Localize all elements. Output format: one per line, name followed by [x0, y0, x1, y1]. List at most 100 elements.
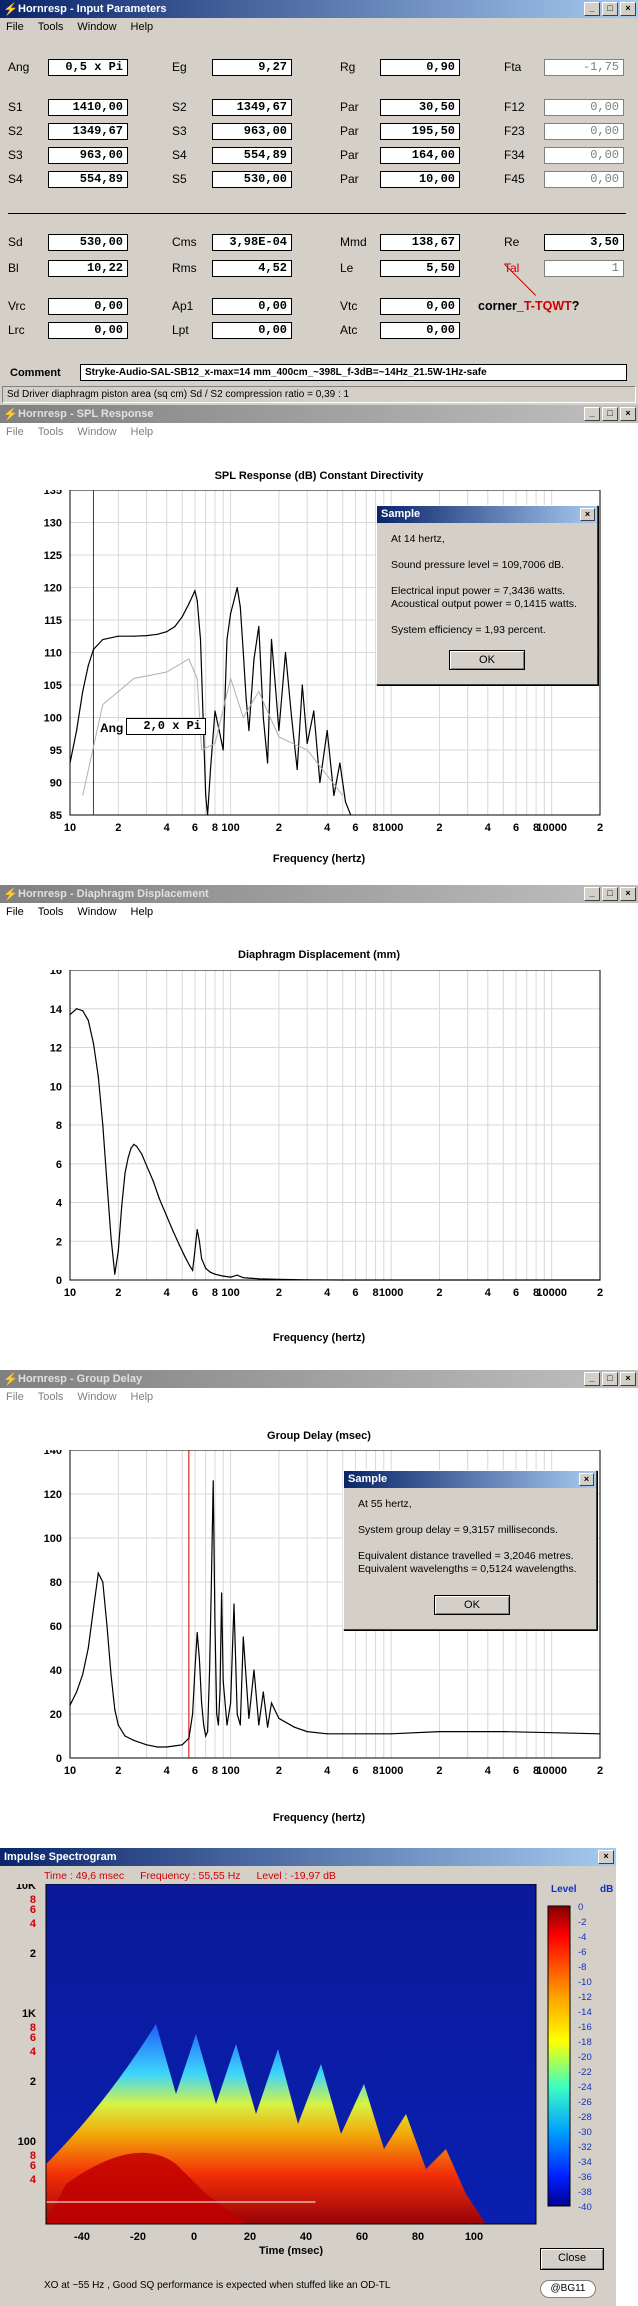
- param-field-f23[interactable]: 0,00: [544, 123, 624, 140]
- dialog-close-button[interactable]: ×: [580, 508, 595, 521]
- menu-file[interactable]: File: [6, 18, 24, 36]
- displacement-chart[interactable]: 024681012141610 2 4 6 8 100 2 4 6 8 1000 2 4 6 810000 2: [0, 970, 638, 1330]
- legend-tick: -10: [578, 1977, 592, 1988]
- param-field-sd[interactable]: 530,00: [48, 234, 128, 251]
- close-button[interactable]: ×: [620, 1372, 636, 1386]
- minimize-button[interactable]: _: [584, 1372, 600, 1386]
- legend-tick: -30: [578, 2127, 592, 2138]
- param-field-s3[interactable]: 963,00: [48, 147, 128, 164]
- param-field-par[interactable]: 164,00: [380, 147, 460, 164]
- data-point: [121, 1205, 123, 1207]
- input-window-titlebar[interactable]: ⚡ Hornresp - Input Parameters _ □ ×: [0, 0, 638, 18]
- minimize-button[interactable]: _: [584, 407, 600, 421]
- ang-field[interactable]: 2,0 x Pi: [126, 718, 206, 735]
- dialog-close-button[interactable]: ×: [579, 1473, 594, 1486]
- close-button[interactable]: ×: [620, 887, 636, 901]
- param-field-s2[interactable]: 1349,67: [212, 99, 292, 116]
- menu-window[interactable]: Window: [77, 18, 116, 36]
- param-field-rms[interactable]: 4,52: [212, 260, 292, 277]
- data-point: [106, 1625, 108, 1627]
- maximize-button[interactable]: □: [602, 1372, 618, 1386]
- close-button[interactable]: ×: [620, 2, 636, 16]
- param-field-s1[interactable]: 1410,00: [48, 99, 128, 116]
- legend-tick: 0: [578, 1902, 583, 1913]
- minimize-button[interactable]: _: [584, 887, 600, 901]
- data-point: [326, 1733, 328, 1735]
- data-point: [229, 612, 232, 615]
- data-point: [87, 1019, 89, 1021]
- spectrogram-plot[interactable]: 10K86421K8642100864-40 -20 0 20 40 60 80 100Tim…: [0, 1884, 616, 2256]
- param-field-vrc[interactable]: 0,00: [48, 298, 128, 315]
- param-field-s4[interactable]: 554,89: [212, 147, 292, 164]
- param-field-fta[interactable]: -1,75: [544, 59, 624, 76]
- color-scale-bar: [547, 1905, 571, 2207]
- param-field-lpt[interactable]: 0,00: [212, 322, 292, 339]
- dialog-titlebar[interactable]: Sample ×: [344, 1471, 596, 1488]
- gd-sample-dialog: Sample × At 55 hertz, System group delay …: [343, 1470, 597, 1630]
- param-field-cms[interactable]: 3,98E-04: [212, 234, 292, 251]
- param-field-tal[interactable]: 1: [544, 260, 624, 277]
- comment-field[interactable]: Stryke-Audio-SAL-SB12_x-max=14 mm_400cm_…: [80, 364, 627, 381]
- param-field-mmd[interactable]: 138,67: [380, 234, 460, 251]
- close-button[interactable]: ×: [620, 407, 636, 421]
- param-field-vtc[interactable]: 0,00: [380, 298, 460, 315]
- data-point: [166, 1746, 168, 1748]
- menu-window[interactable]: Window: [77, 1388, 116, 1406]
- menu-file[interactable]: File: [6, 903, 24, 921]
- param-field-re[interactable]: 3,50: [544, 234, 624, 251]
- menu-tools[interactable]: Tools: [38, 18, 64, 36]
- param-field-s4[interactable]: 554,89: [48, 171, 128, 188]
- menu-help[interactable]: Help: [131, 423, 154, 441]
- menu-file[interactable]: File: [6, 1388, 24, 1406]
- param-field-ang[interactable]: 0,5 x Pi: [48, 59, 128, 76]
- data-point: [339, 762, 341, 764]
- spl-x-axis-label: Frequency (hertz): [272, 853, 366, 865]
- param-field-ap1[interactable]: 0,00: [212, 298, 292, 315]
- param-field-par[interactable]: 30,50: [380, 99, 460, 116]
- param-field-f12[interactable]: 0,00: [544, 99, 624, 116]
- spectro-window-titlebar[interactable]: Impulse Spectrogram ×: [0, 1848, 616, 1866]
- data-point: [218, 729, 220, 732]
- x-tick-label: 8: [372, 1287, 378, 1299]
- gd-window-titlebar[interactable]: ⚡ Hornresp - Group Delay _ □ ×: [0, 1370, 638, 1388]
- menu-help[interactable]: Help: [131, 18, 154, 36]
- param-field-bl[interactable]: 10,22: [48, 260, 128, 277]
- maximize-button[interactable]: □: [602, 2, 618, 16]
- data-point: [133, 635, 135, 637]
- menu-help[interactable]: Help: [131, 903, 154, 921]
- param-field-f34[interactable]: 0,00: [544, 147, 624, 164]
- menu-tools[interactable]: Tools: [38, 423, 64, 441]
- param-field-s5[interactable]: 530,00: [212, 171, 292, 188]
- maximize-button[interactable]: □: [602, 407, 618, 421]
- data-point: [82, 1010, 84, 1012]
- close-spectrogram-button[interactable]: Close: [540, 2248, 604, 2270]
- param-field-par[interactable]: 195,50: [380, 123, 460, 140]
- dialog-ok-button[interactable]: OK: [434, 1595, 510, 1615]
- data-point: [344, 801, 347, 803]
- data-point: [114, 1273, 116, 1275]
- param-field-f45[interactable]: 0,00: [544, 171, 624, 188]
- menu-file[interactable]: File: [6, 423, 24, 441]
- param-field-eg[interactable]: 9,27: [212, 59, 292, 76]
- minimize-button[interactable]: _: [584, 2, 600, 16]
- spl-window-titlebar[interactable]: ⚡ Hornresp - SPL Response _ □ ×: [0, 405, 638, 423]
- param-field-rg[interactable]: 0,90: [380, 59, 460, 76]
- y-tick-label: 16: [50, 970, 62, 977]
- menu-tools[interactable]: Tools: [38, 903, 64, 921]
- maximize-button[interactable]: □: [602, 887, 618, 901]
- menu-tools[interactable]: Tools: [38, 1388, 64, 1406]
- menu-window[interactable]: Window: [77, 423, 116, 441]
- param-field-s3[interactable]: 963,00: [212, 123, 292, 140]
- menu-window[interactable]: Window: [77, 903, 116, 921]
- data-point: [390, 1733, 392, 1735]
- param-field-lrc[interactable]: 0,00: [48, 322, 128, 339]
- param-field-le[interactable]: 5,50: [380, 260, 460, 277]
- close-button[interactable]: ×: [598, 1850, 614, 1864]
- disp-window-titlebar[interactable]: ⚡ Hornresp - Diaphragm Displacement _ □ …: [0, 885, 638, 903]
- dialog-ok-button[interactable]: OK: [449, 650, 525, 670]
- param-field-atc[interactable]: 0,00: [380, 322, 460, 339]
- dialog-titlebar[interactable]: Sample ×: [377, 506, 597, 523]
- param-field-par[interactable]: 10,00: [380, 171, 460, 188]
- menu-help[interactable]: Help: [131, 1388, 154, 1406]
- param-field-s2[interactable]: 1349,67: [48, 123, 128, 140]
